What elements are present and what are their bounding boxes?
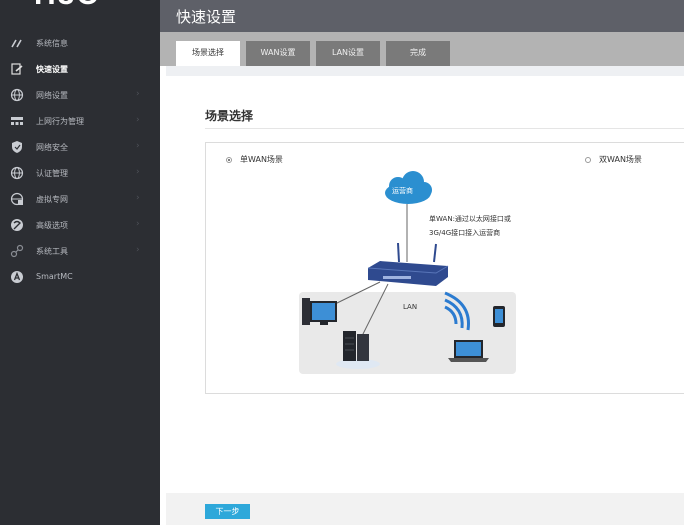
laptop-icon	[448, 340, 489, 362]
desktop-pc-icon	[302, 298, 337, 325]
phone-icon	[493, 306, 505, 327]
network-diagram	[299, 171, 516, 374]
wan-description: 单WAN:通过以太网接口或3G/4G接口接入运营商	[429, 215, 511, 237]
router-icon	[367, 242, 449, 286]
cloud-label: 运营商	[392, 187, 413, 195]
next-button[interactable]: 下一步	[205, 504, 250, 519]
lan-label: LAN	[403, 303, 418, 311]
